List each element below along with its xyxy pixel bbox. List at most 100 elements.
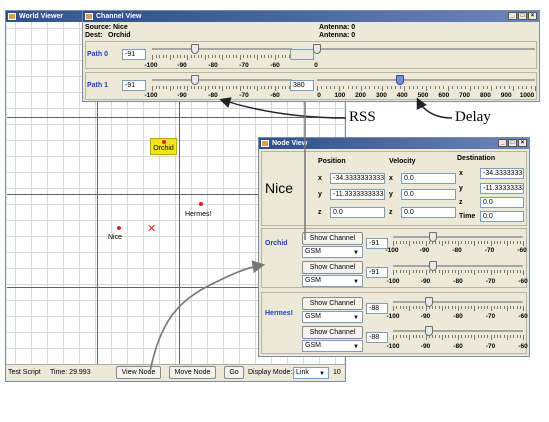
tick-mark	[274, 86, 276, 91]
path-0-rss-field[interactable]: -91	[122, 49, 146, 60]
tick-mark	[155, 86, 157, 89]
path-0-delay-field[interactable]	[290, 49, 314, 60]
tick-mark	[183, 55, 185, 58]
show-channel-button[interactable]: Show Channel	[302, 326, 363, 339]
tick-mark	[478, 86, 480, 89]
tick-mark	[461, 241, 463, 244]
destination-y-field[interactable]: -11.33333333	[480, 183, 524, 194]
tick-mark	[523, 241, 524, 246]
rss-tick-label: -60	[518, 343, 528, 350]
show-channel-button[interactable]: Show Channel	[302, 261, 363, 274]
velocity-x-field[interactable]: 0.0	[401, 173, 456, 184]
tick-mark	[338, 86, 340, 91]
protocol-select[interactable]: GSM ▼	[302, 275, 363, 287]
tick-mark	[490, 306, 492, 311]
tick-mark	[260, 55, 262, 58]
path-1-delay-field[interactable]: 380	[290, 80, 314, 91]
java-cup-icon	[8, 13, 16, 20]
delay-tick-label: 100	[334, 92, 346, 99]
rss-field[interactable]: -88	[366, 303, 388, 314]
rss-field[interactable]: -91	[366, 267, 388, 278]
tick-mark	[510, 270, 511, 273]
position-y-field[interactable]: -11.3333333333	[330, 189, 385, 200]
view-node-button[interactable]: View Node	[116, 366, 161, 379]
show-channel-button[interactable]: Show Channel	[302, 232, 363, 245]
tick-mark	[408, 86, 410, 89]
go-button[interactable]: Go	[224, 366, 244, 379]
close-icon[interactable]: ×	[518, 139, 527, 147]
destination-time-field[interactable]: 0.0	[480, 211, 524, 222]
rss-tick-label: -60	[518, 278, 528, 285]
tick-mark	[467, 306, 469, 309]
tick-mark	[474, 306, 476, 311]
channel-view-titlebar[interactable]: Channel View _ □ ×	[83, 11, 539, 22]
node-nice-dot[interactable]	[117, 226, 121, 230]
tick-mark	[480, 270, 482, 273]
tick-mark	[497, 270, 498, 273]
tick-mark	[243, 86, 244, 89]
tick-mark	[500, 335, 502, 338]
node-view-window: Node View _ □ × Nice Position Velocity D…	[258, 137, 530, 357]
position-z-field[interactable]: 0.0	[330, 207, 385, 218]
velocity-z-field[interactable]: 0.0	[401, 207, 456, 218]
tick-mark	[493, 270, 495, 273]
peer-label-orchid: Orchid	[265, 240, 288, 247]
display-mode-select[interactable]: Link ▼	[293, 367, 329, 379]
path-1-rss-slider[interactable]	[191, 75, 200, 85]
tick-mark	[519, 241, 521, 244]
channel-view-window: Channel View _ □ × Source: Nice Dest: Or…	[82, 10, 540, 102]
maximize-icon[interactable]: □	[518, 12, 527, 20]
rss-tick-label: -90	[420, 343, 431, 350]
velocity-header: Velocity	[389, 158, 416, 165]
node-name: Nice	[265, 180, 294, 196]
tick-mark	[267, 86, 269, 89]
velocity-y-field[interactable]: 0.0	[401, 189, 456, 200]
path-0-rss-slider[interactable]	[191, 44, 200, 54]
rss-tick-label: -80	[208, 92, 218, 99]
rss-tick-label: -80	[452, 247, 462, 254]
delay-tick-label: 500	[417, 92, 429, 99]
tick-mark	[513, 241, 515, 244]
tick-mark	[229, 55, 230, 58]
rss-tick-label: -70	[484, 247, 495, 254]
tick-mark	[373, 86, 375, 89]
path-1-delay-slider[interactable]	[395, 75, 404, 85]
close-icon[interactable]: ×	[528, 12, 537, 20]
show-channel-button[interactable]: Show Channel	[302, 297, 363, 310]
destination-z-field[interactable]: 0.0	[480, 197, 524, 208]
tick-mark	[432, 306, 433, 309]
tick-mark	[523, 270, 524, 275]
tick-mark	[535, 86, 536, 91]
rss-tick-label: -100	[144, 62, 158, 69]
maximize-icon[interactable]: □	[508, 139, 517, 147]
tick-mark	[356, 86, 358, 89]
path-0-delay-slider[interactable]	[313, 44, 321, 54]
velocity-x-label: x	[389, 175, 393, 182]
tick-mark	[458, 241, 459, 246]
protocol-select[interactable]: GSM ▼	[302, 340, 363, 352]
node-hermes-dot[interactable]	[199, 202, 203, 206]
path-1-rss-field[interactable]: -91	[122, 80, 146, 91]
node-view-titlebar[interactable]: Node View _ □ ×	[259, 138, 529, 149]
tick-mark	[523, 335, 524, 340]
rss-field[interactable]: -88	[366, 332, 388, 343]
channel-rss-axis-row1: -100 -90 -80 -70 -60	[144, 92, 311, 100]
tick-mark	[461, 306, 463, 309]
tick-mark	[317, 86, 318, 91]
protocol-select[interactable]: GSM ▼	[302, 246, 363, 258]
move-node-button[interactable]: Move Node	[169, 366, 216, 379]
tick-mark	[239, 86, 241, 91]
tick-mark	[278, 86, 279, 89]
position-x-field[interactable]: -34.3333333333	[330, 173, 385, 184]
protocol-select[interactable]: GSM ▼	[302, 311, 363, 323]
path-0-rss-ticks	[152, 55, 293, 60]
minimize-icon[interactable]: _	[508, 12, 517, 20]
minimize-icon[interactable]: _	[498, 139, 507, 147]
rss-ticks	[393, 241, 524, 246]
tick-mark	[267, 55, 269, 58]
tick-mark	[490, 270, 492, 275]
tick-mark	[451, 270, 453, 273]
destination-x-field[interactable]: -34.33333333	[480, 168, 524, 179]
rss-tick-label: -90	[177, 92, 187, 99]
node-orchid[interactable]: Orchid	[150, 138, 177, 155]
